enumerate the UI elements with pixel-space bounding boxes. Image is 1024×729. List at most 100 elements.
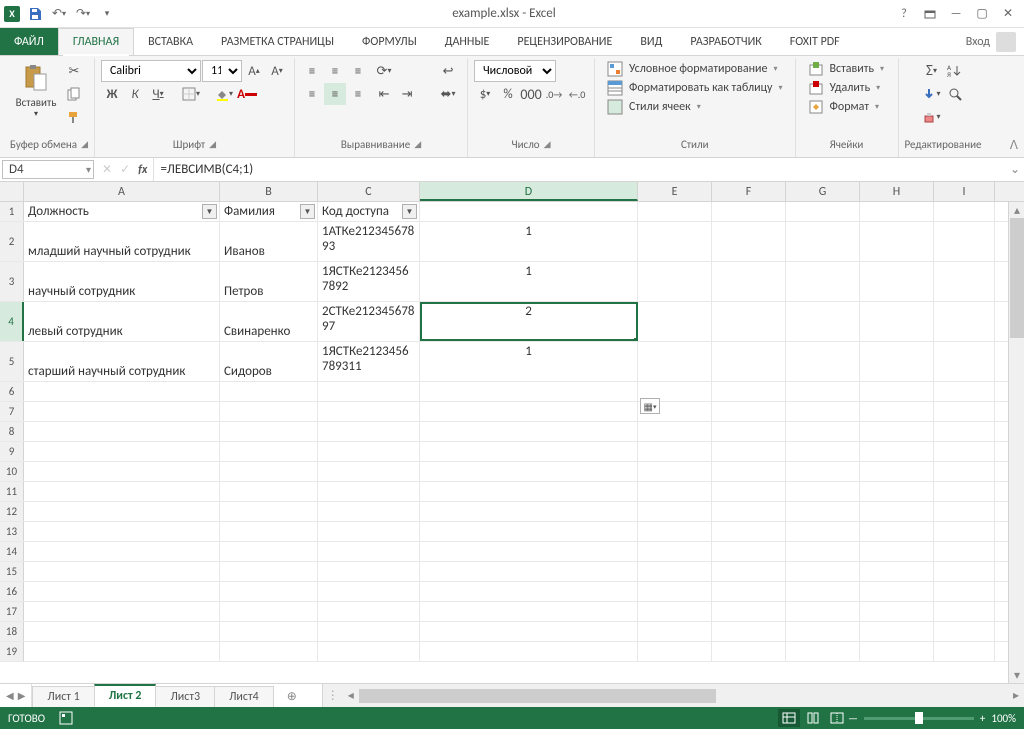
cell[interactable] bbox=[786, 562, 860, 581]
cell[interactable] bbox=[24, 522, 220, 541]
cell[interactable] bbox=[860, 222, 934, 261]
cell[interactable] bbox=[318, 462, 420, 481]
qat-customize-icon[interactable]: ▾ bbox=[98, 5, 116, 23]
cell[interactable] bbox=[318, 402, 420, 421]
ribbon-display-icon[interactable] bbox=[918, 4, 942, 24]
cell[interactable] bbox=[860, 382, 934, 401]
align-middle-icon[interactable]: ≡ bbox=[324, 60, 346, 82]
column-header[interactable]: D bbox=[420, 182, 638, 201]
row-header[interactable]: 8 bbox=[0, 422, 24, 441]
cell[interactable]: 1 bbox=[420, 262, 638, 301]
row-header[interactable]: 16 bbox=[0, 582, 24, 601]
align-bottom-icon[interactable]: ≡ bbox=[347, 60, 369, 82]
cancel-formula-icon[interactable]: ✕ bbox=[102, 162, 112, 177]
align-right-icon[interactable]: ≡ bbox=[347, 83, 369, 105]
cell[interactable] bbox=[712, 302, 786, 341]
cell[interactable] bbox=[638, 522, 712, 541]
cell[interactable] bbox=[220, 542, 318, 561]
cell[interactable]: Должность▼ bbox=[24, 202, 220, 221]
cell[interactable] bbox=[712, 482, 786, 501]
add-sheet-icon[interactable]: ⊕ bbox=[273, 686, 311, 707]
cell[interactable] bbox=[638, 442, 712, 461]
cell[interactable] bbox=[220, 422, 318, 441]
column-header[interactable]: H bbox=[860, 182, 934, 201]
cell[interactable] bbox=[420, 522, 638, 541]
cell[interactable] bbox=[24, 622, 220, 641]
cell[interactable] bbox=[420, 562, 638, 581]
zoom-level[interactable]: 100% bbox=[991, 712, 1016, 725]
cell[interactable] bbox=[712, 342, 786, 381]
increase-decimal-icon[interactable]: .0→ bbox=[543, 83, 565, 105]
cell[interactable] bbox=[24, 502, 220, 521]
cell[interactable] bbox=[934, 502, 995, 521]
cell[interactable] bbox=[712, 382, 786, 401]
tab-рецензирование[interactable]: РЕЦЕНЗИРОВАНИЕ bbox=[503, 28, 626, 55]
row-header[interactable]: 15 bbox=[0, 562, 24, 581]
cell[interactable] bbox=[860, 422, 934, 441]
cell[interactable] bbox=[420, 202, 638, 221]
row-header[interactable]: 1 bbox=[0, 202, 24, 221]
autofill-options-icon[interactable]: ▦▾ bbox=[640, 398, 660, 414]
zoom-slider[interactable] bbox=[864, 717, 974, 720]
cell[interactable] bbox=[934, 262, 995, 301]
cell[interactable] bbox=[220, 622, 318, 641]
cell[interactable] bbox=[934, 422, 995, 441]
expand-formula-bar-icon[interactable]: ⌄ bbox=[1006, 158, 1024, 181]
insert-cells-button[interactable]: Вставить▾ bbox=[802, 60, 891, 78]
dialog-launcher-icon[interactable]: ◢ bbox=[81, 139, 88, 150]
cell[interactable] bbox=[638, 222, 712, 261]
tab-данные[interactable]: ДАННЫЕ bbox=[431, 28, 504, 55]
cell[interactable] bbox=[24, 582, 220, 601]
cell[interactable] bbox=[786, 222, 860, 261]
maximize-icon[interactable]: ▢ bbox=[970, 4, 994, 24]
cell[interactable] bbox=[786, 462, 860, 481]
cell[interactable] bbox=[860, 622, 934, 641]
cell[interactable]: Код доступа▼ bbox=[318, 202, 420, 221]
sheet-tab[interactable]: Лист 1 bbox=[32, 686, 94, 707]
row-header[interactable]: 17 bbox=[0, 602, 24, 621]
cell[interactable] bbox=[786, 442, 860, 461]
row-header[interactable]: 18 bbox=[0, 622, 24, 641]
cell[interactable] bbox=[318, 542, 420, 561]
cell[interactable] bbox=[934, 402, 995, 421]
tab-foxit pdf[interactable]: FOXIT PDF bbox=[776, 28, 854, 55]
cell[interactable] bbox=[24, 382, 220, 401]
cell[interactable] bbox=[786, 262, 860, 301]
cell[interactable] bbox=[934, 482, 995, 501]
cell[interactable] bbox=[420, 482, 638, 501]
redo-icon[interactable]: ↷▾ bbox=[74, 5, 92, 23]
cell[interactable]: 2СТКе21234567897 bbox=[318, 302, 420, 341]
cell[interactable] bbox=[860, 602, 934, 621]
conditional-formatting-button[interactable]: Условное форматирование▾ bbox=[601, 60, 783, 78]
cell[interactable] bbox=[318, 562, 420, 581]
tab-вид[interactable]: ВИД bbox=[626, 28, 676, 55]
dialog-launcher-icon[interactable]: ◢ bbox=[544, 139, 551, 150]
sheet-tab[interactable]: Лист4 bbox=[214, 686, 274, 707]
cell[interactable] bbox=[712, 442, 786, 461]
name-box[interactable]: D4▾ bbox=[2, 160, 94, 179]
cell[interactable] bbox=[638, 642, 712, 661]
scroll-up-icon[interactable]: ▴ bbox=[1009, 202, 1024, 218]
comma-icon[interactable]: 000 bbox=[520, 83, 542, 105]
cell[interactable] bbox=[712, 542, 786, 561]
sheet-nav-next-icon[interactable]: ▶ bbox=[18, 689, 26, 702]
column-header[interactable]: B bbox=[220, 182, 318, 201]
cell[interactable] bbox=[860, 462, 934, 481]
autosum-icon[interactable]: Σ▾ bbox=[921, 60, 943, 82]
cell[interactable] bbox=[420, 642, 638, 661]
cell[interactable] bbox=[638, 502, 712, 521]
minimize-icon[interactable]: — bbox=[944, 4, 968, 24]
column-header[interactable]: F bbox=[712, 182, 786, 201]
cell[interactable] bbox=[712, 502, 786, 521]
cell[interactable] bbox=[860, 442, 934, 461]
cut-icon[interactable]: ✂ bbox=[63, 60, 85, 82]
font-name-combo[interactable]: Calibri bbox=[101, 60, 201, 82]
cell[interactable] bbox=[420, 582, 638, 601]
view-normal-icon[interactable] bbox=[778, 709, 800, 727]
percent-icon[interactable]: % bbox=[497, 83, 519, 105]
cell[interactable] bbox=[786, 402, 860, 421]
cell[interactable] bbox=[712, 402, 786, 421]
cell[interactable]: научный сотрудник bbox=[24, 262, 220, 301]
cell[interactable]: младший научный сотрудник bbox=[24, 222, 220, 261]
cell[interactable]: 1ЯСТКе2123456789311 bbox=[318, 342, 420, 381]
